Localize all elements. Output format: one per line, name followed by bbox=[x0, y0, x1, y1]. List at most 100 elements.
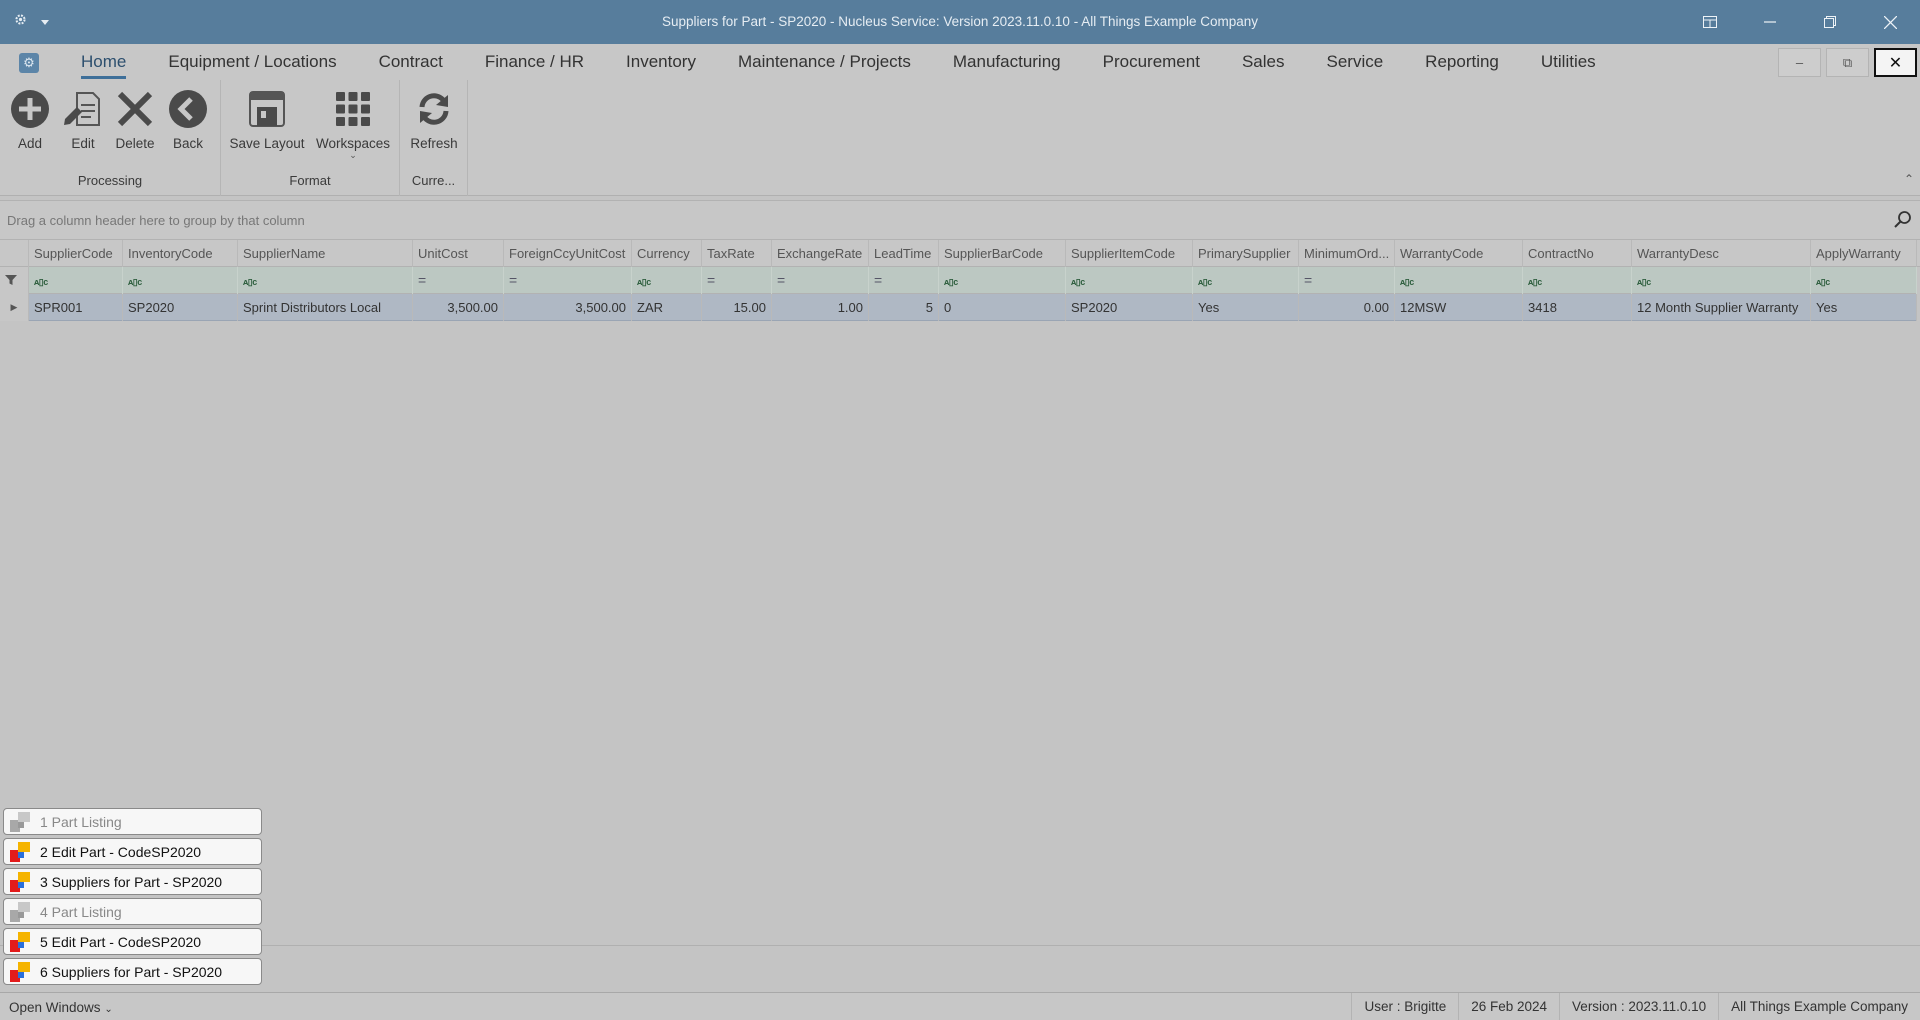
tab-procurement[interactable]: Procurement bbox=[1082, 44, 1221, 80]
layout-toggle-button[interactable] bbox=[1680, 0, 1740, 44]
filter-cell[interactable]: = bbox=[702, 267, 772, 294]
column-header[interactable]: LeadTime bbox=[869, 240, 939, 267]
equals-filter-icon: = bbox=[874, 272, 883, 288]
column-header[interactable]: SupplierCode bbox=[29, 240, 123, 267]
text-filter-icon: ᴀ▯ᴄ bbox=[1198, 277, 1212, 287]
column-header[interactable]: SupplierItemCode bbox=[1066, 240, 1193, 267]
tab-utilities[interactable]: Utilities bbox=[1520, 44, 1617, 80]
delete-button[interactable]: Delete bbox=[105, 86, 165, 151]
filter-icon[interactable] bbox=[0, 267, 29, 294]
tab-home[interactable]: Home bbox=[60, 44, 147, 80]
open-window-item[interactable]: 3 Suppliers for Part - SP2020 bbox=[3, 868, 262, 895]
child-close-button[interactable]: ✕ bbox=[1874, 48, 1917, 77]
add-button[interactable]: Add bbox=[0, 86, 60, 151]
tab-sales[interactable]: Sales bbox=[1221, 44, 1306, 80]
cell-warranty-code[interactable]: 12MSW bbox=[1395, 294, 1523, 321]
filter-cell[interactable]: ᴀ▯ᴄ bbox=[123, 267, 238, 294]
cell-foreign-ccy-unit-cost[interactable]: 3,500.00 bbox=[504, 294, 632, 321]
column-header[interactable]: InventoryCode bbox=[123, 240, 238, 267]
collapse-ribbon-icon[interactable]: ⌃ bbox=[1904, 172, 1914, 186]
workspaces-button[interactable]: Workspaces ⌄ bbox=[311, 86, 395, 160]
filter-cell[interactable]: ᴀ▯ᴄ bbox=[1632, 267, 1811, 294]
search-icon[interactable] bbox=[1894, 210, 1912, 231]
open-window-item[interactable]: 1 Part Listing bbox=[3, 808, 262, 835]
cell-contract-no[interactable]: 3418 bbox=[1523, 294, 1632, 321]
column-header[interactable]: ContractNo bbox=[1523, 240, 1632, 267]
cell-exchange-rate[interactable]: 1.00 bbox=[772, 294, 869, 321]
back-button[interactable]: Back bbox=[158, 86, 218, 151]
column-header[interactable]: ForeignCcyUnitCost bbox=[504, 240, 632, 267]
tab-contract[interactable]: Contract bbox=[358, 44, 464, 80]
cell-lead-time[interactable]: 5 bbox=[869, 294, 939, 321]
row-expand-icon[interactable]: ▶ bbox=[0, 294, 29, 321]
column-header[interactable]: Currency bbox=[632, 240, 702, 267]
cell-warranty-desc[interactable]: 12 Month Supplier Warranty bbox=[1632, 294, 1811, 321]
open-window-item[interactable]: 4 Part Listing bbox=[3, 898, 262, 925]
filter-cell[interactable]: ᴀ▯ᴄ bbox=[29, 267, 123, 294]
filter-cell[interactable]: ᴀ▯ᴄ bbox=[1066, 267, 1193, 294]
cell-primary-supplier[interactable]: Yes bbox=[1193, 294, 1299, 321]
open-window-item[interactable]: 5 Edit Part - CodeSP2020 bbox=[3, 928, 262, 955]
table-row[interactable]: ▶ SPR001 SP2020 Sprint Distributors Loca… bbox=[0, 294, 1917, 321]
tab-reporting[interactable]: Reporting bbox=[1404, 44, 1520, 80]
column-header[interactable]: SupplierBarCode bbox=[939, 240, 1066, 267]
column-header[interactable]: WarrantyCode bbox=[1395, 240, 1523, 267]
tab-maintenance-projects[interactable]: Maintenance / Projects bbox=[717, 44, 932, 80]
ribbon: Add Edit Delete Back Processing Save Lay… bbox=[0, 80, 1920, 196]
edit-icon bbox=[64, 92, 100, 126]
tab-finance-hr[interactable]: Finance / HR bbox=[464, 44, 605, 80]
app-menu-icon[interactable]: ⚙ bbox=[19, 53, 39, 73]
close-button[interactable] bbox=[1860, 0, 1920, 44]
column-header[interactable]: SupplierName bbox=[238, 240, 413, 267]
cell-currency[interactable]: ZAR bbox=[632, 294, 702, 321]
save-layout-button[interactable]: Save Layout bbox=[227, 86, 307, 151]
minimize-button[interactable] bbox=[1740, 0, 1800, 44]
column-header[interactable]: ApplyWarranty bbox=[1811, 240, 1917, 267]
filter-cell[interactable]: ᴀ▯ᴄ bbox=[632, 267, 702, 294]
text-filter-icon: ᴀ▯ᴄ bbox=[1528, 277, 1542, 287]
child-minimize-button[interactable]: – bbox=[1778, 48, 1821, 77]
filter-cell[interactable]: = bbox=[869, 267, 939, 294]
back-label: Back bbox=[172, 136, 203, 151]
tab-inventory[interactable]: Inventory bbox=[605, 44, 717, 80]
tab-manufacturing[interactable]: Manufacturing bbox=[932, 44, 1082, 80]
column-header[interactable]: PrimarySupplier bbox=[1193, 240, 1299, 267]
filter-cell[interactable]: ᴀ▯ᴄ bbox=[238, 267, 413, 294]
filter-cell[interactable]: ᴀ▯ᴄ bbox=[1523, 267, 1632, 294]
edit-button[interactable]: Edit bbox=[53, 86, 113, 151]
open-window-label: 5 Edit Part - CodeSP2020 bbox=[40, 933, 202, 950]
filter-cell[interactable]: = bbox=[413, 267, 504, 294]
filter-cell[interactable]: = bbox=[772, 267, 869, 294]
filter-cell[interactable]: = bbox=[504, 267, 632, 294]
cell-apply-warranty[interactable]: Yes bbox=[1811, 294, 1917, 321]
cell-supplier-name[interactable]: Sprint Distributors Local bbox=[238, 294, 413, 321]
column-header[interactable]: TaxRate bbox=[702, 240, 772, 267]
tab-service[interactable]: Service bbox=[1305, 44, 1404, 80]
tab-equipment-locations[interactable]: Equipment / Locations bbox=[147, 44, 357, 80]
filter-cell[interactable]: ᴀ▯ᴄ bbox=[1193, 267, 1299, 294]
open-windows-button[interactable]: Open Windows ⌄ bbox=[9, 1000, 113, 1015]
column-header[interactable]: ExchangeRate bbox=[772, 240, 869, 267]
cell-supplier-bar-code[interactable]: 0 bbox=[939, 294, 1066, 321]
column-header[interactable]: MinimumOrd... bbox=[1299, 240, 1395, 267]
restore-button[interactable] bbox=[1800, 0, 1860, 44]
child-restore-button[interactable]: ⧉ bbox=[1826, 48, 1869, 77]
filter-cell[interactable]: = bbox=[1299, 267, 1395, 294]
cell-supplier-item-code[interactable]: SP2020 bbox=[1066, 294, 1193, 321]
cell-tax-rate[interactable]: 15.00 bbox=[702, 294, 772, 321]
refresh-label: Refresh bbox=[410, 136, 458, 151]
filter-cell[interactable]: ᴀ▯ᴄ bbox=[939, 267, 1066, 294]
open-window-item[interactable]: 6 Suppliers for Part - SP2020 bbox=[3, 958, 262, 985]
cell-unit-cost[interactable]: 3,500.00 bbox=[413, 294, 504, 321]
refresh-button[interactable]: Refresh bbox=[404, 86, 464, 151]
open-window-item[interactable]: 2 Edit Part - CodeSP2020 bbox=[3, 838, 262, 865]
status-bar: Open Windows ⌄ User : Brigitte 26 Feb 20… bbox=[0, 992, 1920, 1020]
cell-inventory-code[interactable]: SP2020 bbox=[123, 294, 238, 321]
column-header[interactable]: UnitCost bbox=[413, 240, 504, 267]
cell-minimum-order[interactable]: 0.00 bbox=[1299, 294, 1395, 321]
cell-supplier-code[interactable]: SPR001 bbox=[29, 294, 123, 321]
column-header[interactable]: WarrantyDesc bbox=[1632, 240, 1811, 267]
filter-cell[interactable]: ᴀ▯ᴄ bbox=[1811, 267, 1917, 294]
filter-cell[interactable]: ᴀ▯ᴄ bbox=[1395, 267, 1523, 294]
group-by-panel[interactable]: Drag a column header here to group by th… bbox=[0, 200, 1920, 240]
